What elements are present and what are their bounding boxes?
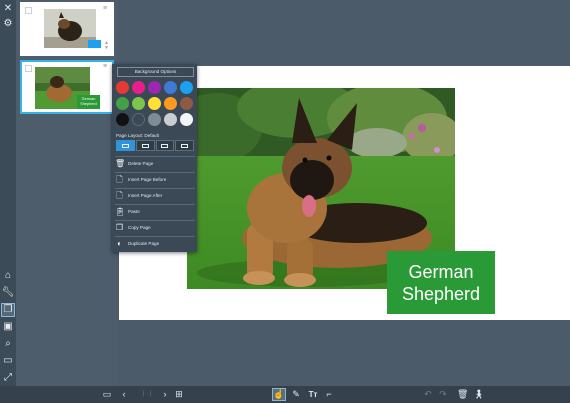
insert-before-icon: 🗋︎ xyxy=(116,174,123,184)
layout-default-button[interactable] xyxy=(116,140,135,151)
undo-icon[interactable]: ↶ xyxy=(423,389,433,400)
delete-icon[interactable]: 🗑︎ xyxy=(457,389,468,400)
page-layout-options xyxy=(116,140,194,151)
slideshow-icon[interactable]: ▭ xyxy=(2,355,14,367)
menu-item-label: Copy Page xyxy=(128,225,151,230)
walk-icon[interactable]: 🚶︎ xyxy=(473,389,484,400)
thumbnail-caption-box: German Shepherd xyxy=(77,95,100,109)
home-icon[interactable]: ⌂ xyxy=(2,270,14,282)
text-icon[interactable]: Tт xyxy=(307,389,319,400)
color-swatch[interactable] xyxy=(132,81,145,94)
color-swatch[interactable] xyxy=(164,97,177,110)
touch-icon[interactable]: ☝ xyxy=(272,388,286,401)
menu-item-label: Insert Page After xyxy=(128,193,163,198)
thumbnail-checkbox[interactable] xyxy=(25,65,32,72)
color-swatch[interactable] xyxy=(132,97,145,110)
layout-option-3-button[interactable] xyxy=(155,140,175,151)
color-swatch[interactable] xyxy=(180,113,193,126)
color-swatch[interactable] xyxy=(116,81,129,94)
menu-item-label: Paste xyxy=(128,209,140,214)
color-swatch[interactable] xyxy=(180,81,193,94)
layout-split-icon xyxy=(181,143,189,148)
paint-icon[interactable]: ⌐ xyxy=(324,389,334,400)
color-swatch[interactable] xyxy=(116,97,129,110)
layout-split-icon xyxy=(161,143,169,148)
thumbnail-reorder-icon[interactable]: ▲ ▼ xyxy=(104,41,109,51)
color-swatch[interactable] xyxy=(164,81,177,94)
insert-page-after-item[interactable]: 🗋︎ Insert Page After xyxy=(115,188,195,202)
page-indicator-icon: | · | xyxy=(142,391,152,397)
redo-icon[interactable]: ↷ xyxy=(438,389,448,400)
insert-page-before-item[interactable]: 🗋︎ Insert Page Before xyxy=(115,172,195,186)
menu-item-label: Duplicate Page xyxy=(128,241,160,246)
gear-icon[interactable]: ⚙ xyxy=(2,18,14,30)
menu-item-label: Insert Page Before xyxy=(128,177,167,182)
search-icon[interactable]: ⌕ xyxy=(2,338,14,350)
caption-text-box[interactable]: German Shepherd xyxy=(387,251,495,314)
insert-after-icon: 🗋︎ xyxy=(116,190,123,200)
page-thumbnail-2[interactable]: ≡ German Shepherd xyxy=(20,60,114,114)
page-options-popup: Background Options Page Layout: Default … xyxy=(112,64,197,252)
export-icon[interactable]: ⤢ xyxy=(2,372,14,384)
layout-split-icon xyxy=(141,143,149,148)
copy-icon: ❐ xyxy=(115,222,124,232)
wrench-icon[interactable]: 🔧︎ xyxy=(2,287,15,299)
pen-icon[interactable]: ✎ xyxy=(291,389,301,400)
thumbnail-checkbox[interactable] xyxy=(25,7,32,14)
color-swatch[interactable] xyxy=(148,113,161,126)
paste-icon: 📋︎ xyxy=(115,206,126,216)
thumbnail-menu-icon[interactable]: ≡ xyxy=(103,63,109,70)
layout-option-4-button[interactable] xyxy=(175,140,194,151)
bottom-toolbar: ▭ ‹ | · | › ⊞ ☝ ✎ Tт ⌐ ↶ ↷ 🗑︎ 🚶︎ xyxy=(0,386,570,403)
color-swatch[interactable] xyxy=(180,97,193,110)
close-icon[interactable]: ✕ xyxy=(2,3,14,15)
copy-page-item[interactable]: ❐ Copy Page xyxy=(115,220,195,234)
prev-page-icon[interactable]: ‹ xyxy=(119,389,129,400)
color-swatch[interactable] xyxy=(164,113,177,126)
color-swatch[interactable] xyxy=(132,113,145,126)
background-options-button[interactable]: Background Options xyxy=(117,67,194,77)
page-view-icon[interactable]: ▭ xyxy=(101,389,113,400)
trash-icon: 🗑︎ xyxy=(115,158,126,168)
page-thumbnails: ≡ ▲ ▼ ≡ German Shepherd xyxy=(16,0,117,386)
layout-full-icon xyxy=(121,143,129,148)
pages-icon[interactable]: ❐ xyxy=(1,303,15,317)
images-icon[interactable]: ▣ xyxy=(2,321,14,333)
thumbnail-menu-icon[interactable]: ≡ xyxy=(103,5,109,12)
delete-page-item[interactable]: 🗑︎ Delete Page xyxy=(115,156,195,170)
color-swatch[interactable] xyxy=(148,81,161,94)
page-thumbnail-1[interactable]: ≡ ▲ ▼ xyxy=(20,2,114,56)
tool-rail: ✕ ⚙ ⌂ 🔧︎ ❐ ▣ ⌕ ▭ ⤢ 💾︎ xyxy=(0,0,16,403)
add-page-icon[interactable]: ⊞ xyxy=(174,389,184,400)
color-swatch[interactable] xyxy=(116,113,129,126)
page-layout-label: Page Layout: Default xyxy=(116,133,159,138)
duplicate-icon: ◐ xyxy=(117,238,122,248)
menu-item-label: Delete Page xyxy=(128,161,154,166)
paste-item[interactable]: 📋︎ Paste xyxy=(115,204,195,218)
thumbnail-caption-box xyxy=(88,40,101,48)
next-page-icon[interactable]: › xyxy=(160,389,170,400)
duplicate-page-item[interactable]: ◐ Duplicate Page xyxy=(115,236,195,250)
color-swatch[interactable] xyxy=(148,97,161,110)
layout-option-2-button[interactable] xyxy=(135,140,155,151)
